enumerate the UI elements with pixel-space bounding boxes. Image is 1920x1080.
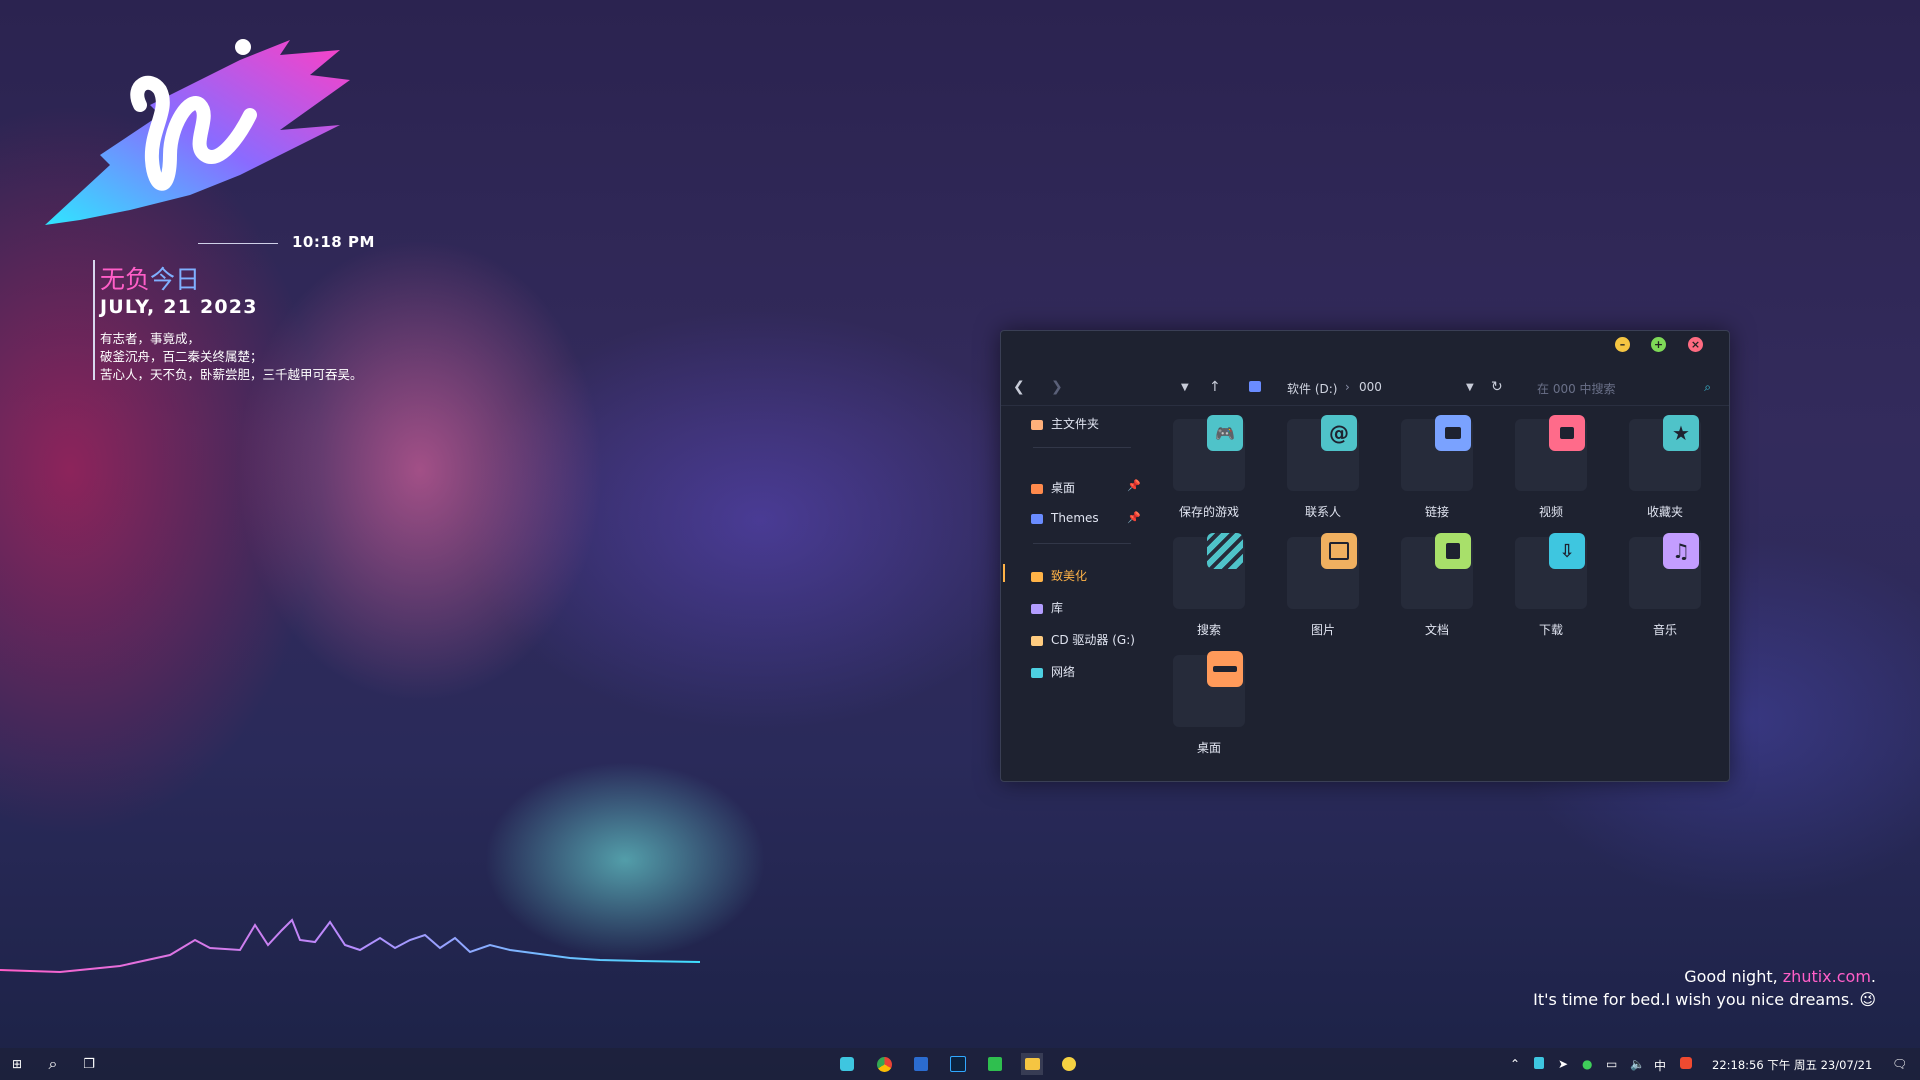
- folder-icon: [1435, 415, 1471, 451]
- drive-icon: [1249, 381, 1261, 392]
- refresh-icon[interactable]: ↻: [1491, 379, 1503, 395]
- task-view-icon[interactable]: ❐: [78, 1053, 100, 1075]
- file-explorer-icon[interactable]: [1021, 1053, 1043, 1075]
- folder-desktop[interactable]: 桌面: [1171, 649, 1247, 761]
- explorer-toolbar: ❮ ❯ ▼ ↑ 软件 (D:) › 000 ▼ ↻ 在 000 中搜索 ⌕: [1001, 371, 1729, 406]
- tray-overflow-icon[interactable]: ⌃: [1510, 1057, 1520, 1071]
- folder-music[interactable]: ♫ 音乐: [1627, 531, 1703, 643]
- library-icon: [1031, 603, 1043, 614]
- selection-indicator: [1003, 564, 1005, 582]
- network-icon: [1031, 667, 1043, 678]
- site-link[interactable]: zhutix.com: [1783, 967, 1871, 986]
- cloud-download-icon: ⇩: [1549, 533, 1585, 569]
- gamepad-icon: 🎮: [1207, 415, 1243, 451]
- sidebar-item-cd-drive[interactable]: CD 驱动器 (G:): [1031, 631, 1135, 651]
- misc-app-icon[interactable]: [1058, 1053, 1080, 1075]
- sidebar-item-home[interactable]: 主文件夹: [1031, 415, 1099, 435]
- sidebar-item-themes[interactable]: Themes: [1031, 511, 1099, 531]
- clock-divider: [198, 243, 278, 244]
- taskbar: ⊞ ⌕ ❐ ⌃ ➤ ● ▭ 🔈 中 22:18:56 下午 周五 23/07/2…: [0, 1048, 1920, 1080]
- folder-saved-games[interactable]: 🎮 保存的游戏: [1171, 413, 1247, 525]
- music-icon: ♫: [1663, 533, 1699, 569]
- back-icon[interactable]: ❮: [1013, 379, 1025, 395]
- video-icon: [1549, 415, 1585, 451]
- brush-logo-icon: [45, 39, 350, 225]
- bilibili-icon[interactable]: [836, 1053, 858, 1075]
- photoshop-icon[interactable]: [947, 1053, 969, 1075]
- tray-telegram-icon[interactable]: ➤: [1558, 1057, 1568, 1071]
- image-icon: [1321, 533, 1357, 569]
- close-button[interactable]: ×: [1688, 337, 1703, 352]
- tray-wechat-icon[interactable]: ●: [1582, 1057, 1592, 1071]
- maximize-button[interactable]: +: [1651, 337, 1666, 352]
- chrome-icon[interactable]: [873, 1053, 895, 1075]
- star-icon: ★: [1663, 415, 1699, 451]
- folder-videos[interactable]: 视频: [1513, 413, 1589, 525]
- greeting-line-1: Good night, zhutix.com.: [1684, 967, 1876, 986]
- sidebar-item-desktop[interactable]: 桌面: [1031, 479, 1075, 499]
- folder-icon: [1031, 571, 1043, 582]
- folder-contacts[interactable]: @ 联系人: [1285, 413, 1361, 525]
- greeting-text: Good night, zhutix.com. It's time for be…: [1533, 965, 1876, 1011]
- tray-clock[interactable]: 22:18:56 下午 周五 23/07/21: [1712, 1057, 1872, 1073]
- forward-icon[interactable]: ❯: [1051, 379, 1063, 395]
- breadcrumb-separator-icon: ›: [1345, 380, 1350, 394]
- file-explorer-window[interactable]: – + × ❮ ❯ ▼ ↑ 软件 (D:) › 000 ▼ ↻ 在 000 中搜…: [1000, 330, 1730, 782]
- hbuilder-icon[interactable]: [984, 1053, 1006, 1075]
- search-icon[interactable]: ⌕: [42, 1053, 64, 1075]
- desktop-widget: 10:18 PM 无负今日 JULY, 21 2023 有志者，事竟成， 破釜沉…: [0, 0, 420, 400]
- search-stripes-icon: [1207, 533, 1243, 569]
- tray-ime[interactable]: 中: [1654, 1057, 1666, 1074]
- desktop-drive-icon: [1207, 651, 1243, 687]
- start-icon[interactable]: ⊞: [6, 1053, 28, 1075]
- address-dropdown-icon[interactable]: ▼: [1466, 382, 1474, 393]
- poem-line: 有志者，事竟成，: [100, 331, 201, 346]
- sidebar-item-library[interactable]: 库: [1031, 599, 1063, 619]
- widget-poem: 有志者，事竟成， 破釜沉舟，百二秦关终属楚； 苦心人，天不负，卧薪尝胆，三千越甲…: [100, 330, 363, 384]
- folder-documents[interactable]: 文档: [1399, 531, 1475, 643]
- sidebar-item-zhimeihua[interactable]: 致美化: [1031, 567, 1087, 587]
- folder-downloads[interactable]: ⇩ 下载: [1513, 531, 1589, 643]
- up-icon[interactable]: ↑: [1209, 379, 1221, 395]
- tray-volume-icon[interactable]: 🔈: [1630, 1057, 1645, 1071]
- history-dropdown-icon[interactable]: ▼: [1181, 382, 1189, 393]
- breadcrumb-folder[interactable]: 000: [1359, 380, 1382, 394]
- tray-sogou-icon[interactable]: [1680, 1057, 1692, 1072]
- notification-icon[interactable]: 🗨: [1892, 1057, 1907, 1071]
- poem-line: 破釜沉舟，百二秦关终属楚；: [100, 349, 263, 364]
- disc-icon: [1031, 635, 1043, 646]
- tray-bilibili-icon[interactable]: [1534, 1057, 1544, 1072]
- search-icon[interactable]: ⌕: [1704, 380, 1711, 395]
- breadcrumb-drive[interactable]: 软件 (D:): [1287, 380, 1337, 397]
- pin-icon[interactable]: 📌: [1127, 479, 1141, 492]
- search-input[interactable]: 在 000 中搜索 ⌕: [1531, 377, 1711, 399]
- audio-visualizer: [0, 918, 701, 974]
- tray-network-icon[interactable]: ▭: [1606, 1057, 1617, 1071]
- widget-title: 无负今日: [100, 265, 201, 294]
- word-icon[interactable]: [910, 1053, 932, 1075]
- folder-searches[interactable]: 搜索: [1171, 531, 1247, 643]
- widget-date: JULY, 21 2023: [100, 296, 258, 318]
- folder-icon: [1031, 513, 1043, 524]
- poem-line: 苦心人，天不负，卧薪尝胆，三千越甲可吞吴。: [100, 367, 363, 382]
- at-icon: @: [1321, 415, 1357, 451]
- home-icon: [1031, 419, 1043, 430]
- widget-clock: 10:18 PM: [292, 233, 375, 251]
- pin-icon[interactable]: 📌: [1127, 511, 1141, 524]
- sidebar-item-network[interactable]: 网络: [1031, 663, 1075, 683]
- greeting-line-2: It's time for bed.I wish you nice dreams…: [1533, 990, 1876, 1009]
- widget-divider: [93, 260, 95, 380]
- folder-favorites[interactable]: ★ 收藏夹: [1627, 413, 1703, 525]
- desktop-icon: [1031, 483, 1043, 494]
- folder-links[interactable]: 链接: [1399, 413, 1475, 525]
- folder-pictures[interactable]: 图片: [1285, 531, 1361, 643]
- minimize-button[interactable]: –: [1615, 337, 1630, 352]
- document-icon: [1435, 533, 1471, 569]
